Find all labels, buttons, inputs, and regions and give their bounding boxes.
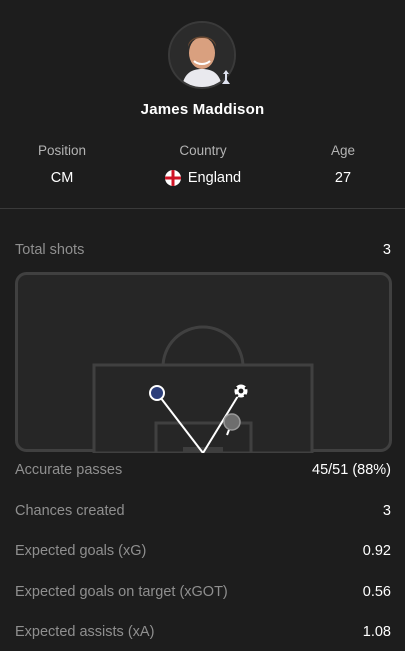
country-value-row: England [153, 169, 253, 187]
stat-value: 0.56 [362, 584, 391, 600]
position-label: Position [37, 143, 87, 158]
shot-map-pitch [15, 272, 392, 455]
england-flag-icon [164, 170, 181, 186]
shot-map[interactable] [15, 272, 392, 455]
shot-marker-miss[interactable] [149, 385, 165, 401]
stat-value: 1.08 [362, 624, 391, 640]
stat-total-shots: Total shots 3 [15, 240, 391, 260]
country-column: Country England [153, 142, 253, 187]
stat-label: Expected assists (xA) [15, 624, 155, 640]
country-label: Country [179, 143, 227, 158]
stat-expected-assists: Expected assists (xA) 1.08 [15, 622, 391, 642]
stat-label: Expected goals on target (xGOT) [15, 584, 228, 600]
stat-value: 45/51 (88%) [312, 462, 391, 478]
age-column: Age 27 [320, 142, 366, 187]
stat-label: Chances created [15, 503, 125, 519]
age-label: Age [330, 143, 356, 158]
stat-expected-goals-on-target: Expected goals on target (xGOT) 0.56 [15, 582, 391, 602]
stat-value: 0.92 [362, 543, 391, 559]
stat-accurate-passes: Accurate passes 45/51 (88%) [15, 460, 391, 480]
shot-marker-blocked[interactable] [223, 413, 241, 431]
stat-chances-created: Chances created 3 [15, 501, 391, 521]
age-value: 27 [334, 170, 352, 186]
player-name: James Maddison [140, 101, 265, 118]
stat-label: Expected goals (xG) [15, 543, 147, 559]
stat-label: Total shots [15, 242, 85, 258]
stat-expected-goals: Expected goals (xG) 0.92 [15, 541, 391, 561]
position-value: CM [50, 170, 74, 186]
club-crest-icon [218, 68, 234, 88]
country-value: England [187, 170, 242, 186]
stat-label: Accurate passes [15, 462, 123, 478]
section-divider [0, 208, 405, 209]
stat-value: 3 [382, 503, 391, 519]
stat-value: 3 [382, 242, 391, 258]
position-column: Position CM [30, 142, 94, 187]
